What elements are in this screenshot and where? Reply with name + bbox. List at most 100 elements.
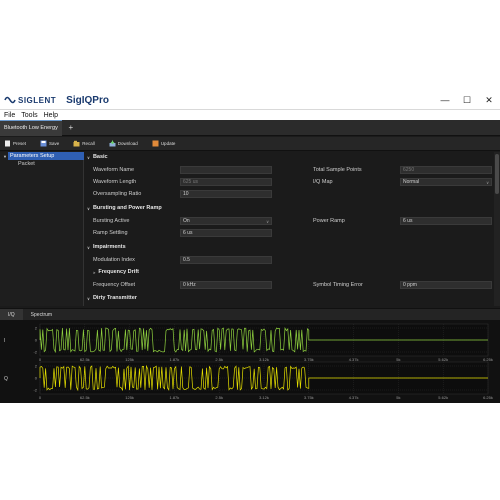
download-icon (109, 140, 116, 147)
bursting-active-value: On (183, 218, 190, 224)
siglent-logo: SIGLENT SigIQPro (4, 94, 109, 106)
menu-help[interactable]: Help (44, 112, 58, 119)
tab-iq[interactable]: I/Q (0, 308, 23, 321)
close-button[interactable]: ✕ (478, 90, 500, 110)
tree-root-label: Parameters Setup (10, 153, 55, 159)
i-x-tick-label: 3.12k (259, 357, 269, 362)
oversampling-label: Oversampling Ratio (93, 191, 142, 197)
section-dirty-transmitter-label: Dirty Transmitter (92, 295, 137, 301)
download-button[interactable]: Download (109, 140, 138, 147)
modulation-index-field[interactable]: 0.5 (180, 256, 272, 264)
section-basic-label: Basic (92, 154, 108, 160)
q-y-tick-label: 0 (35, 376, 38, 381)
save-icon (40, 140, 47, 147)
navigation-tree: ▼ Parameters Setup Packet (0, 152, 84, 306)
siglent-logo-icon (4, 96, 16, 104)
iq-map-select[interactable]: Normal ∨ (400, 178, 492, 186)
maximize-button[interactable]: ☐ (456, 90, 478, 110)
tab-bluetooth-low-energy[interactable]: Bluetooth Low Energy (0, 119, 62, 136)
i-x-tick-label: 1.87k (170, 357, 180, 362)
ramp-settling-label: Ramp Settling (93, 230, 128, 236)
waveform-name-label: Waveform Name (93, 167, 135, 173)
download-label: Download (117, 141, 138, 146)
total-samples-label: Total Sample Points (313, 167, 362, 173)
i-x-tick-label: 2.5k (215, 357, 223, 362)
waveform-length-label: Waveform Length (93, 179, 137, 185)
menu-bar: File Tools Help (0, 110, 500, 120)
q-x-tick-label: 5k (396, 395, 400, 400)
section-frequency-drift[interactable]: > Frequency Drift (93, 269, 139, 275)
tab-spectrum[interactable]: Spectrum (23, 309, 60, 321)
symbol-timing-error-field[interactable]: 0 ppm (400, 281, 492, 289)
tree-item-packet[interactable]: Packet (0, 160, 83, 168)
i-x-tick-label: 5k (396, 357, 400, 362)
section-impairments-label: Impairments (92, 244, 126, 250)
q-x-tick-label: 1.87k (170, 395, 180, 400)
power-ramp-field[interactable]: 6 us (400, 217, 492, 225)
i-y-tick-label: 0 (35, 338, 38, 343)
preset-button[interactable]: Preset (4, 140, 26, 147)
section-impairments[interactable]: ∨ Impairments (87, 244, 126, 250)
brand-name: SIGLENT (18, 95, 57, 105)
chevron-down-icon[interactable]: ▼ (3, 154, 7, 159)
update-button[interactable]: Update (152, 140, 176, 147)
q-axis-label: Q (4, 376, 8, 382)
section-dirty-transmitter[interactable]: ∨ Dirty Transmitter (87, 295, 137, 301)
toolbar: Preset Save Recall Download Update (0, 137, 500, 151)
i-y-tick-label: -2 (33, 350, 37, 355)
app-window: SIGLENT SigIQPro — ☐ ✕ File Tools Help B… (0, 90, 500, 403)
menu-tools[interactable]: Tools (21, 112, 37, 119)
iq-plot-area: 0 62.5k 125k 1.87k 2.5k 3.12k 3.75k 4.37k 5k 5.62… (0, 320, 500, 403)
chevron-down-icon: ∨ (486, 179, 489, 185)
i-x-tick-label: 3.75k (304, 357, 314, 362)
app-name: SigIQPro (66, 94, 109, 106)
section-bursting[interactable]: ∨ Bursting and Power Ramp (87, 205, 162, 211)
chevron-down-icon: ∨ (87, 244, 90, 250)
update-label: Update (160, 141, 176, 146)
tree-item-parameters-setup[interactable]: ▼ Parameters Setup (3, 152, 84, 160)
waveform-name-field[interactable] (180, 166, 272, 174)
document-icon (5, 140, 10, 147)
save-button[interactable]: Save (40, 140, 59, 147)
i-x-tick-label: 0 (39, 357, 42, 362)
add-tab-button[interactable]: + (64, 123, 78, 132)
i-axis-label: I (4, 338, 5, 344)
i-x-tick-label: 125k (125, 357, 134, 362)
iq-map-label: I/Q Map (313, 179, 333, 185)
bursting-active-label: Bursting Active (93, 218, 130, 224)
bursting-active-select[interactable]: On ∨ (180, 217, 272, 225)
parameters-scrollbar[interactable] (494, 152, 500, 306)
iq-map-value: Normal (403, 179, 420, 185)
i-y-tick-label: 2 (35, 326, 38, 331)
title-bar: SIGLENT SigIQPro — ☐ ✕ (0, 90, 500, 110)
recall-button[interactable]: Recall (73, 140, 95, 147)
q-x-tick-label: 3.75k (304, 395, 314, 400)
modulation-index-label: Modulation Index (93, 257, 135, 263)
power-ramp-label: Power Ramp (313, 218, 345, 224)
oversampling-field[interactable]: 10 (180, 190, 272, 198)
preset-label: Preset (13, 141, 27, 146)
chevron-down-icon: ∨ (266, 218, 269, 224)
symbol-timing-error-label: Symbol Timing Error (313, 282, 363, 288)
i-x-tick-label: 62.5k (80, 357, 90, 362)
chevron-down-icon: ∨ (87, 154, 90, 160)
section-bursting-label: Bursting and Power Ramp (92, 205, 162, 211)
i-x-tick-label: 4.37k (349, 357, 359, 362)
q-x-tick-label: 5.62k (438, 395, 448, 400)
q-x-tick-label: 6.25k (483, 395, 493, 400)
i-x-tick-label: 6.25k (483, 357, 493, 362)
chevron-down-icon: ∨ (87, 295, 90, 301)
scrollbar-thumb[interactable] (495, 154, 499, 194)
section-basic[interactable]: ∨ Basic (87, 154, 108, 160)
minimize-button[interactable]: — (434, 90, 456, 110)
total-samples-field: 6250 (400, 166, 492, 174)
ramp-settling-field[interactable]: 6 us (180, 229, 272, 237)
plot-tabs: I/Q Spectrum (0, 308, 500, 321)
document-tabs: Bluetooth Low Energy + (0, 119, 500, 136)
section-frequency-drift-label: Frequency Drift (98, 269, 139, 275)
frequency-offset-field[interactable]: 0 kHz (180, 281, 272, 289)
q-y-tick-label: -2 (33, 388, 37, 393)
q-x-tick-label: 4.37k (349, 395, 359, 400)
recall-icon (73, 140, 80, 147)
menu-file[interactable]: File (4, 112, 15, 119)
